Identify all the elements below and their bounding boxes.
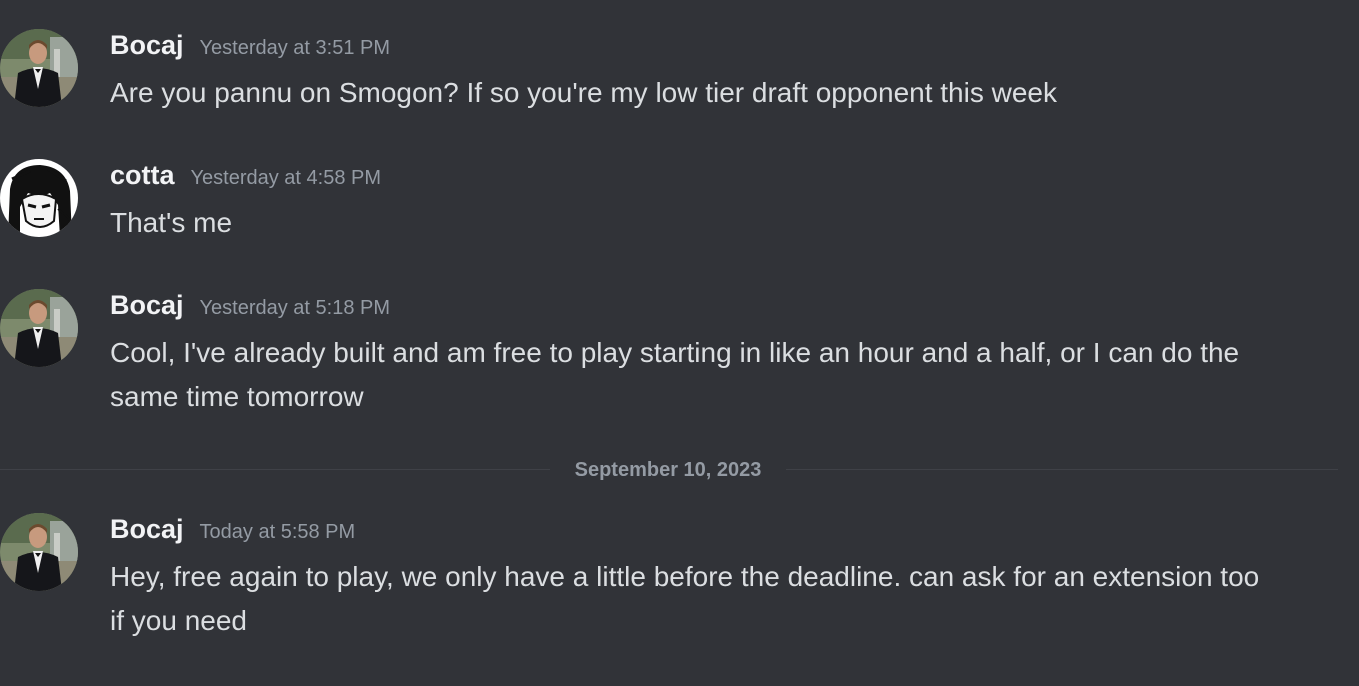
user-avatar[interactable] (0, 289, 78, 367)
date-divider-label: September 10, 2023 (550, 456, 786, 484)
user-avatar[interactable] (0, 513, 78, 591)
message-content: That's me (110, 207, 233, 238)
message-header: cotta Yesterday at 4:58 PM (110, 159, 381, 191)
chat-message-list[interactable]: Bocaj Yesterday at 3:51 PM Are you pannu… (0, 0, 1359, 686)
message-content: Hey, free again to play, we only have a … (110, 561, 1260, 636)
user-avatar[interactable] (0, 29, 78, 107)
message-item: cotta Yesterday at 4:58 PM That's me (0, 159, 1359, 249)
username[interactable]: Bocaj (110, 289, 184, 321)
message-header: Bocaj Yesterday at 5:18 PM (110, 289, 390, 321)
man-in-tuxedo-avatar-icon (0, 289, 78, 367)
message-header: Bocaj Today at 5:58 PM (110, 513, 355, 545)
message-content: Cool, I've already built and am free to … (110, 337, 1240, 412)
message-header: Bocaj Yesterday at 3:51 PM (110, 29, 390, 61)
timestamp[interactable]: Today at 5:58 PM (200, 516, 356, 548)
timestamp[interactable]: Yesterday at 4:58 PM (191, 162, 382, 194)
timestamp[interactable]: Yesterday at 5:18 PM (200, 292, 391, 324)
message-item: Bocaj Today at 5:58 PM Hey, free again t… (0, 513, 1359, 647)
man-in-tuxedo-avatar-icon (0, 513, 78, 591)
timestamp[interactable]: Yesterday at 3:51 PM (200, 32, 391, 64)
manga-character-avatar-icon (0, 159, 78, 237)
username[interactable]: cotta (110, 159, 175, 191)
user-avatar[interactable] (0, 159, 78, 237)
username[interactable]: Bocaj (110, 513, 184, 545)
message-item: Bocaj Yesterday at 3:51 PM Are you pannu… (0, 29, 1359, 119)
man-in-tuxedo-avatar-icon (0, 29, 78, 107)
message-item: Bocaj Yesterday at 5:18 PM Cool, I've al… (0, 289, 1359, 423)
username[interactable]: Bocaj (110, 29, 184, 61)
message-content: Are you pannu on Smogon? If so you're my… (110, 77, 1057, 108)
